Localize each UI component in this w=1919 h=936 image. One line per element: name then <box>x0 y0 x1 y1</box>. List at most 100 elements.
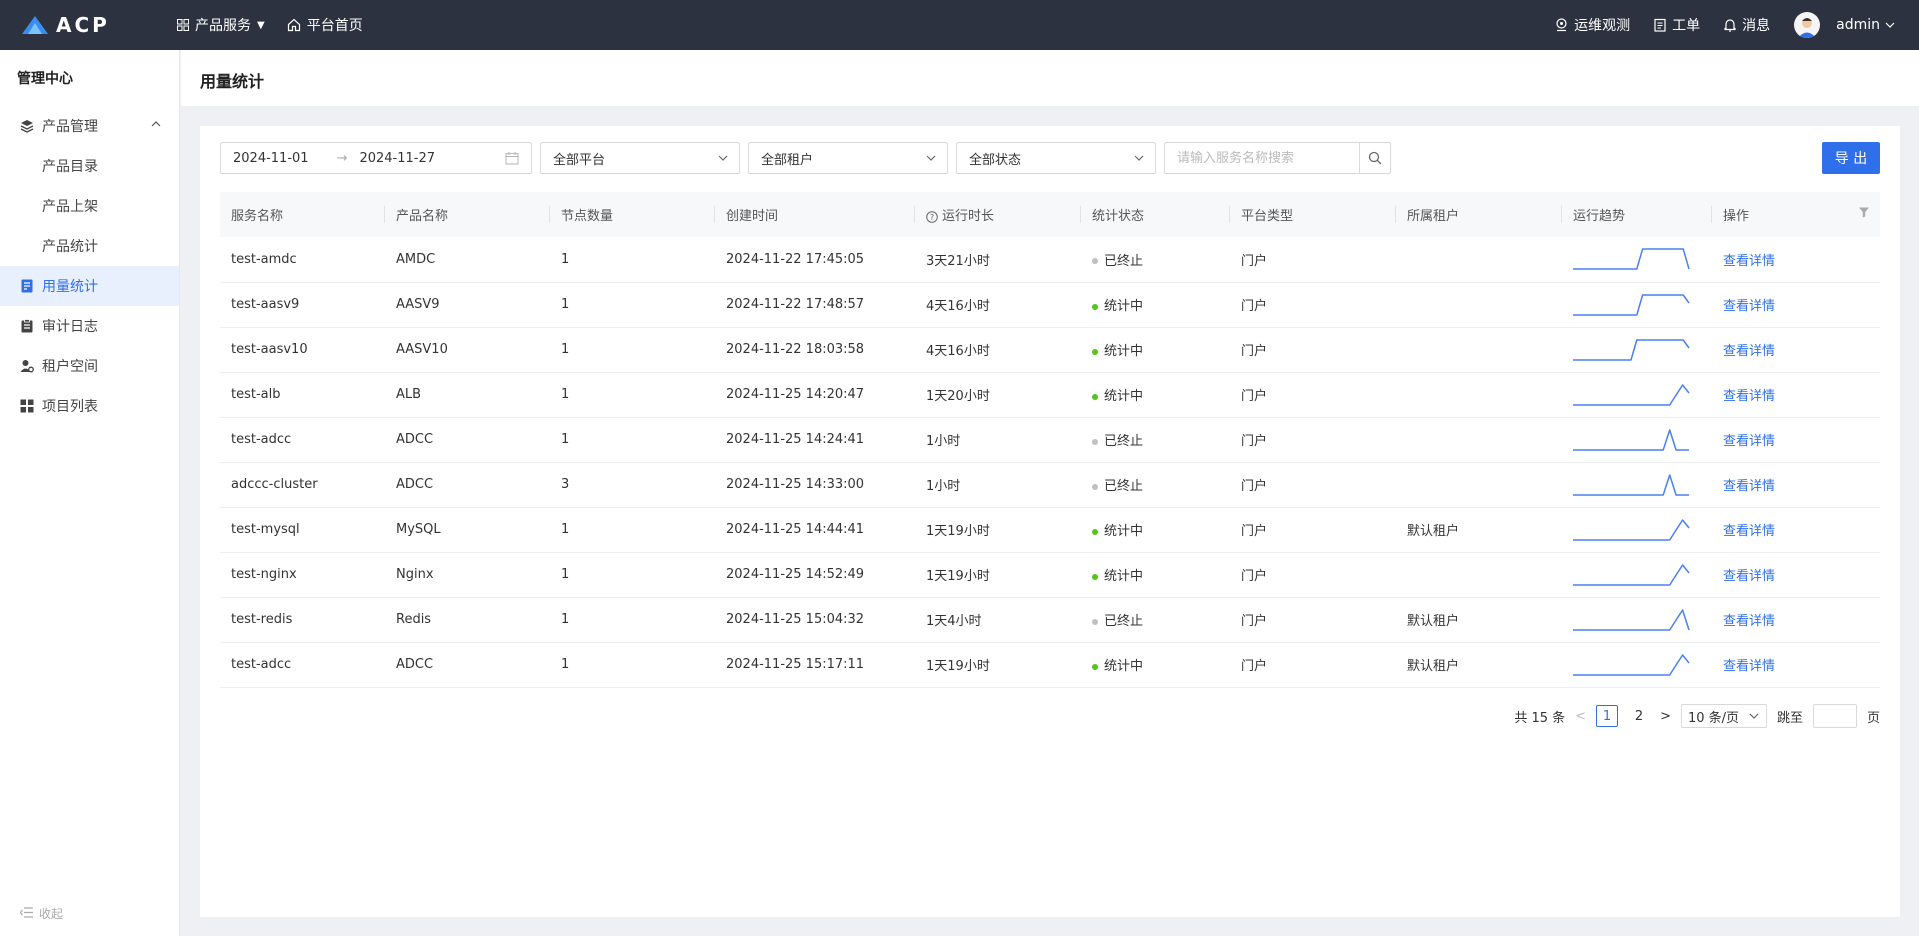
trend-line <box>1573 383 1690 406</box>
sidebar-item-audit-log[interactable]: 审计日志 <box>0 306 179 346</box>
cell-text: ADCC <box>396 432 434 447</box>
trend-sparkline <box>1573 563 1690 586</box>
tenant-select[interactable]: 全部租户 <box>748 142 948 174</box>
cell-text: 1天19小时 <box>926 659 990 674</box>
export-button[interactable]: 导 出 <box>1822 142 1880 174</box>
view-details-link[interactable]: 查看详情 <box>1723 344 1775 359</box>
cell-text: 默认租户 <box>1407 659 1460 674</box>
table-row: test-redis Redis 1 2024-11-25 15:04:32 1天4小时… <box>220 597 1880 643</box>
cell-text: 4天16小时 <box>926 344 990 359</box>
view-details-link[interactable]: 查看详情 <box>1723 389 1775 404</box>
view-details-link[interactable]: 查看详情 <box>1723 479 1775 494</box>
cell-text: AASV10 <box>396 342 448 357</box>
view-details-link[interactable]: 查看详情 <box>1723 524 1775 539</box>
col-node-count-header: 节点数量 <box>550 192 715 237</box>
logo[interactable]: ACP <box>20 13 155 37</box>
home-icon <box>287 18 301 32</box>
arrow-right-icon: → <box>336 150 348 166</box>
cell-text: 已终止 <box>1104 434 1144 449</box>
nav-product-services[interactable]: 产品服务 ▼ <box>177 15 265 35</box>
cell-text: 2024-11-25 14:24:41 <box>726 432 865 447</box>
filter-icon[interactable] <box>1858 206 1870 218</box>
nav-messages[interactable]: 消息 <box>1724 15 1770 35</box>
sidebar: 管理中心 产品管理 产品目录 产品上架 产品统计 用量统计 审计日志 租户空间 … <box>0 50 180 936</box>
col-actions-cell: 查看详情 <box>1712 372 1880 418</box>
col-service-name-cell: adccc-cluster <box>220 462 385 508</box>
status-dot-icon <box>1092 573 1098 580</box>
trend-sparkline <box>1573 248 1690 270</box>
col-created-time-cell: 2024-11-25 14:20:47 <box>715 372 915 418</box>
status-select-value: 全部状态 <box>969 152 1022 168</box>
cell-text: 1小时 <box>926 434 961 449</box>
platform-select[interactable]: 全部平台 <box>540 142 740 174</box>
layers-icon <box>20 119 34 133</box>
status-dot-icon <box>1092 258 1098 265</box>
next-page-icon[interactable]: > <box>1660 709 1671 724</box>
col-run-duration-cell: 1天20小时 <box>915 372 1081 418</box>
date-end[interactable]: 2024-11-27 <box>359 151 435 166</box>
col-stat-status-cell: 统计中 <box>1081 372 1230 418</box>
trend-sparkline <box>1573 428 1689 451</box>
cell-text: 统计中 <box>1104 524 1144 539</box>
table-row: test-mysql MySQL 1 2024-11-25 14:44:41 1天19小… <box>220 507 1880 553</box>
cell-text: test-aasv10 <box>231 342 308 357</box>
cell-text: 2024-11-22 18:03:58 <box>726 342 865 357</box>
chart-doc-icon <box>20 279 34 293</box>
page-2[interactable]: 2 <box>1628 705 1650 727</box>
sidebar-sub-listing[interactable]: 产品上架 <box>0 186 179 226</box>
cell-text: 2024-11-25 14:44:41 <box>726 522 865 537</box>
user-menu[interactable]: admin <box>1836 17 1895 33</box>
cell-text: test-mysql <box>231 522 300 537</box>
col-run-trend-cell <box>1562 417 1712 463</box>
date-start[interactable]: 2024-11-01 <box>233 151 309 166</box>
nav-platform-home[interactable]: 平台首页 <box>287 15 363 35</box>
col-platform-type-cell: 门户 <box>1230 237 1396 283</box>
search-input[interactable] <box>1164 142 1359 174</box>
col-service-name-cell: test-aasv10 <box>220 327 385 373</box>
question-circle-icon[interactable]: ? <box>926 210 938 223</box>
col-stat-status-cell: 统计中 <box>1081 552 1230 598</box>
cell-text: 1 <box>561 612 570 627</box>
view-details-link[interactable]: 查看详情 <box>1723 659 1775 674</box>
search-button[interactable] <box>1359 142 1391 174</box>
page-1[interactable]: 1 <box>1596 705 1619 727</box>
sidebar-item-tenant-space[interactable]: 租户空间 <box>0 346 179 386</box>
page-size-select[interactable]: 10 条/页 <box>1680 704 1767 728</box>
sidebar-sub-stats[interactable]: 产品统计 <box>0 226 179 266</box>
sidebar-group-label: 产品管理 <box>42 119 98 135</box>
date-range-picker[interactable]: 2024-11-01 → 2024-11-27 <box>220 142 532 174</box>
col-platform-type-header: 平台类型 <box>1230 192 1396 237</box>
view-details-link[interactable]: 查看详情 <box>1723 254 1775 269</box>
sidebar-item-project-list[interactable]: 项目列表 <box>0 386 179 426</box>
column-header-label: 节点数量 <box>561 209 614 224</box>
col-run-trend-cell <box>1562 507 1712 553</box>
status-select[interactable]: 全部状态 <box>956 142 1156 174</box>
sidebar-collapse-button[interactable]: 收起 <box>19 905 63 922</box>
col-product-name-cell: ADCC <box>385 417 550 463</box>
trend-sparkline <box>1573 473 1689 496</box>
view-details-link[interactable]: 查看详情 <box>1723 614 1775 629</box>
col-created-time-cell: 2024-11-25 14:33:00 <box>715 462 915 508</box>
sidebar-group-product-mgmt[interactable]: 产品管理 <box>0 106 179 146</box>
nav-ticket[interactable]: 工单 <box>1654 15 1700 35</box>
col-stat-status-header: 统计状态 <box>1081 192 1230 237</box>
prev-page-icon[interactable]: < <box>1575 709 1586 724</box>
avatar[interactable] <box>1794 12 1821 38</box>
col-tenant-cell: 默认租户 <box>1396 597 1562 643</box>
trend-sparkline <box>1573 608 1690 631</box>
col-service-name-cell: test-alb <box>220 372 385 418</box>
col-stat-status-cell: 统计中 <box>1081 327 1230 373</box>
col-run-duration-cell: 1小时 <box>915 417 1081 463</box>
view-details-link[interactable]: 查看详情 <box>1723 569 1775 584</box>
cell-text: AASV9 <box>396 297 440 312</box>
chevron-down-icon <box>1885 22 1895 28</box>
status-dot-icon <box>1092 393 1098 400</box>
view-details-link[interactable]: 查看详情 <box>1723 299 1775 314</box>
col-created-time-header: 创建时间 <box>715 192 915 237</box>
sidebar-sub-catalog[interactable]: 产品目录 <box>0 146 179 186</box>
nav-ops-observe[interactable]: 运维观测 <box>1555 15 1630 35</box>
sidebar-item-usage-stats[interactable]: 用量统计 <box>0 266 179 306</box>
view-details-link[interactable]: 查看详情 <box>1723 434 1775 449</box>
col-product-name-cell: ALB <box>385 372 550 418</box>
jump-input[interactable] <box>1812 704 1857 728</box>
